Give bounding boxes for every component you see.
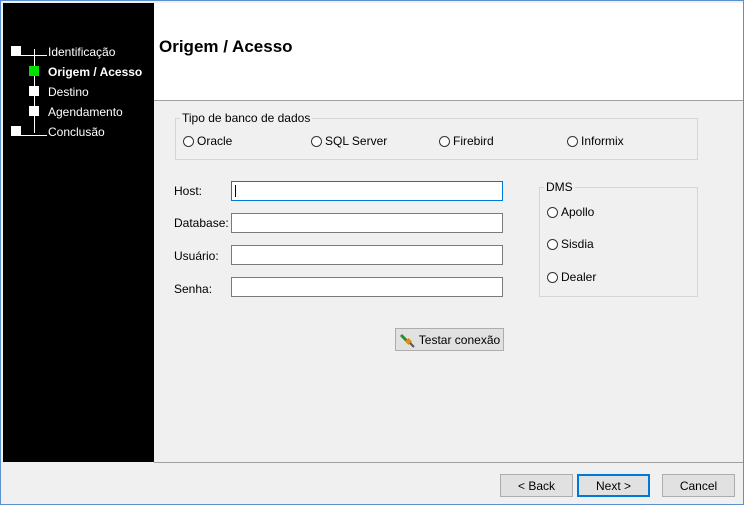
host-input[interactable] (231, 181, 503, 201)
password-input[interactable] (231, 277, 503, 297)
step-label: Destino (48, 85, 89, 99)
step-marker (11, 126, 21, 136)
radio-circle-icon (183, 135, 194, 147)
radio-circle-icon (439, 135, 450, 147)
radio-dealer[interactable]: Dealer (547, 269, 596, 285)
password-label: Senha: (174, 282, 213, 296)
step-label: Origem / Acesso (48, 65, 143, 79)
wizard-window: Identificação Origem / Acesso Destino Ag… (0, 0, 744, 505)
step-agendamento: Agendamento (3, 103, 154, 123)
step-conclusao: Conclusão (3, 123, 154, 143)
cancel-button[interactable]: Cancel (662, 474, 735, 497)
wizard-step-sidebar: Identificação Origem / Acesso Destino Ag… (3, 3, 154, 462)
radio-informix[interactable]: Informix (567, 133, 624, 149)
back-button[interactable]: < Back (500, 474, 573, 497)
database-label: Database: (174, 216, 229, 230)
radio-circle-icon (547, 206, 558, 218)
database-input[interactable] (231, 213, 503, 233)
step-label: Conclusão (48, 125, 105, 139)
step-origem-acesso: Origem / Acesso (3, 63, 154, 83)
radio-circle-icon (547, 238, 558, 250)
radio-sql-server[interactable]: SQL Server (311, 133, 387, 149)
footer-divider (154, 462, 743, 463)
text-caret (235, 185, 236, 197)
radio-apollo[interactable]: Apollo (547, 204, 594, 220)
step-marker (29, 106, 39, 116)
radio-firebird[interactable]: Firebird (439, 133, 494, 149)
step-identificacao: Identificação (3, 43, 154, 63)
user-input[interactable] (231, 245, 503, 265)
step-destino: Destino (3, 83, 154, 103)
plug-icon (399, 332, 415, 348)
next-button[interactable]: Next > (577, 474, 650, 497)
user-label: Usuário: (174, 249, 219, 263)
page-header: Origem / Acesso (154, 3, 743, 101)
page-title: Origem / Acesso (159, 37, 293, 56)
radio-sisdia[interactable]: Sisdia (547, 236, 594, 252)
step-label: Agendamento (48, 105, 123, 119)
test-connection-button[interactable]: Testar conexão (395, 328, 504, 351)
radio-circle-icon (311, 135, 322, 147)
radio-oracle[interactable]: Oracle (183, 133, 232, 149)
step-marker (29, 86, 39, 96)
radio-circle-icon (567, 135, 578, 147)
dms-group-title: DMS (544, 180, 575, 194)
host-label: Host: (174, 184, 203, 198)
db-type-group-title: Tipo de banco de dados (180, 111, 313, 125)
active-step-marker (29, 66, 39, 76)
radio-circle-icon (547, 271, 558, 283)
step-label: Identificação (48, 45, 116, 59)
step-marker (11, 46, 21, 56)
